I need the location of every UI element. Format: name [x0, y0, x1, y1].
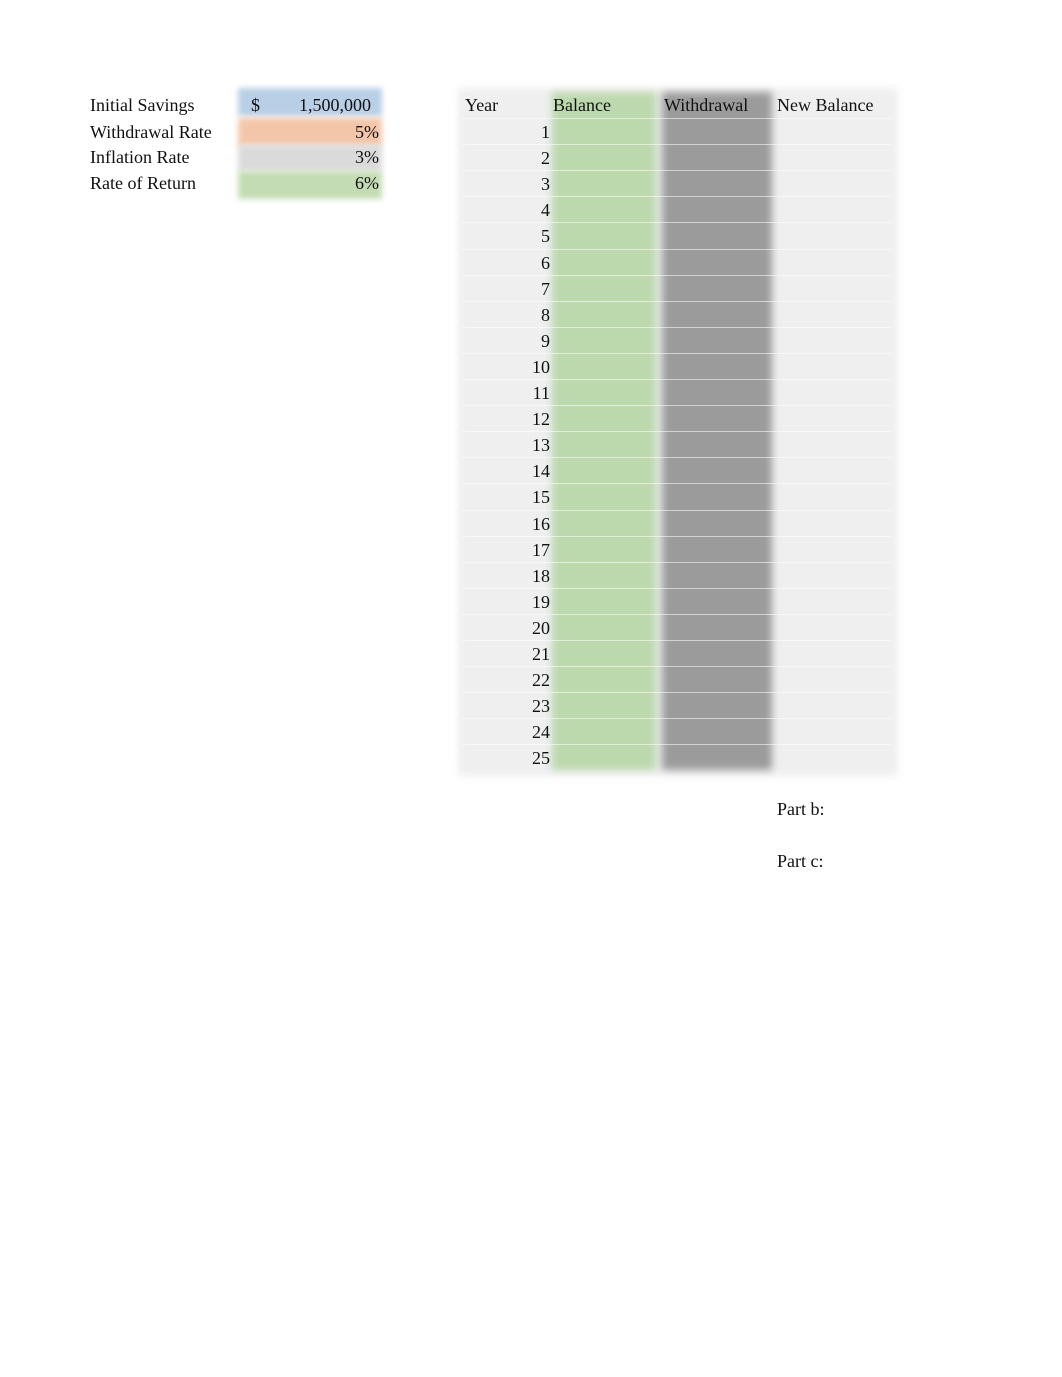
- inflation-rate-value[interactable]: 3%: [240, 144, 379, 170]
- year-cell: 16: [532, 514, 550, 534]
- year-cell: 13: [532, 435, 550, 455]
- year-cell: 15: [532, 487, 550, 507]
- header-withdrawal: Withdrawal: [664, 95, 749, 115]
- year-cell: 17: [532, 540, 550, 560]
- part-b-label: Part b:: [777, 799, 825, 819]
- year-cell: 20: [532, 618, 550, 638]
- year-cell: 22: [532, 670, 550, 690]
- year-cell: 8: [541, 305, 550, 325]
- year-cell: 7: [541, 279, 550, 299]
- year-cell: 19: [532, 592, 550, 612]
- header-balance: Balance: [553, 95, 611, 115]
- rate-of-return-label: Rate of Return: [90, 173, 196, 193]
- inflation-rate-label: Inflation Rate: [90, 147, 190, 167]
- year-cell: 10: [532, 357, 550, 377]
- header-year: Year: [465, 95, 499, 115]
- year-cell: 23: [532, 696, 550, 716]
- year-cell: 4: [541, 200, 550, 220]
- year-cell: 6: [541, 253, 550, 273]
- year-cell: 3: [541, 174, 550, 194]
- rate-of-return-value[interactable]: 6%: [240, 170, 379, 196]
- withdrawal-rate-value[interactable]: 5%: [240, 119, 379, 145]
- year-cell: 18: [532, 566, 550, 586]
- year-cell: 21: [532, 644, 550, 664]
- year-cell: 5: [541, 226, 550, 246]
- withdrawal-rate-label: Withdrawal Rate: [90, 122, 212, 142]
- year-cell: 12: [532, 409, 550, 429]
- initial-savings-value[interactable]: 1,500,000: [240, 92, 371, 118]
- year-cell: 25: [532, 748, 550, 768]
- year-cell: 14: [532, 461, 550, 481]
- header-new-balance: New Balance: [777, 95, 874, 115]
- year-cell: 2: [541, 148, 550, 168]
- initial-savings-label: Initial Savings: [90, 95, 195, 115]
- year-cell: 11: [532, 383, 550, 403]
- year-cell: 1: [541, 122, 550, 142]
- part-c-label: Part c:: [777, 851, 824, 871]
- year-cell: 24: [532, 722, 550, 742]
- year-cell: 9: [541, 331, 550, 351]
